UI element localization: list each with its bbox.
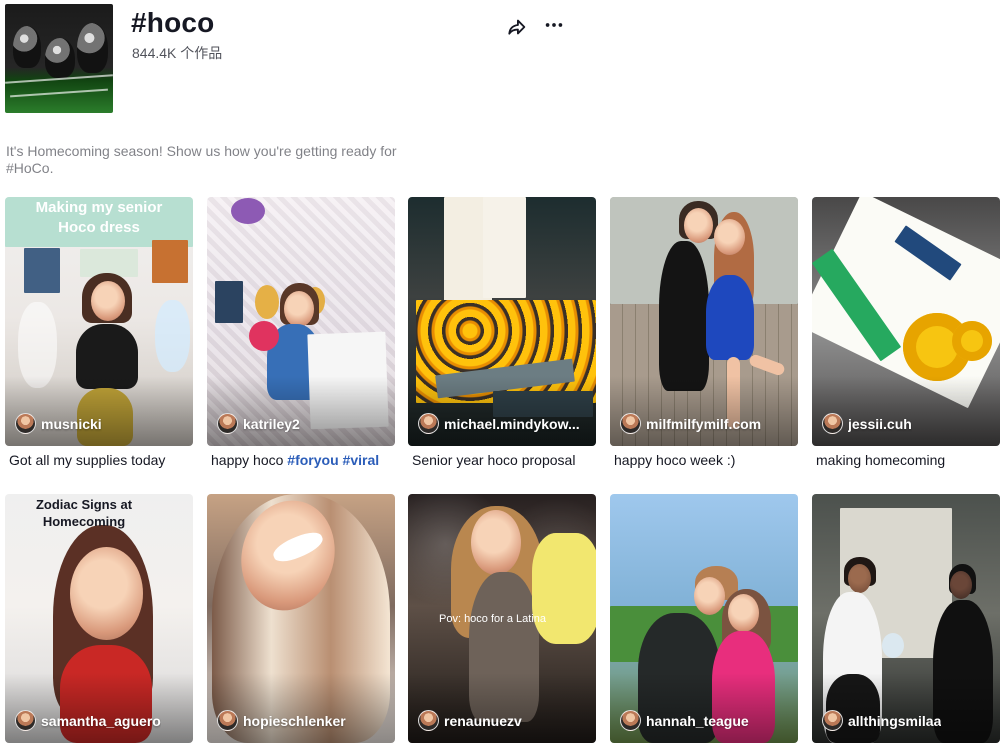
sequin-dress [469, 572, 539, 722]
author-avatar [418, 710, 439, 731]
share-arrow-icon [508, 19, 526, 35]
video-author[interactable]: musnicki [15, 413, 185, 434]
author-avatar [15, 710, 36, 731]
video-overlay-text: Pov: hoco for a Latina [439, 613, 547, 625]
video-author[interactable]: hopieschlenker [217, 710, 387, 731]
person-face [70, 547, 143, 640]
share-icon[interactable] [505, 15, 529, 39]
person-shirt [76, 324, 138, 389]
person-face [848, 564, 871, 593]
football-player-shape [45, 38, 75, 78]
author-name: hannah_teague [646, 712, 749, 729]
balloon [231, 198, 265, 224]
author-name: jessii.cuh [848, 415, 912, 432]
video-thumbnail[interactable]: hannah_teague [610, 494, 798, 743]
caption-text: happy hoco [211, 452, 288, 468]
video-author[interactable]: renaunuezv [418, 710, 588, 731]
video-caption[interactable]: making homecoming [816, 452, 1000, 469]
hashtag-header: #hoco 844.4K 个作品 It's Homecoming season!… [0, 0, 1006, 190]
person-face [694, 577, 725, 615]
hashtag-link-viral[interactable]: #viral [343, 452, 380, 468]
hashtag-description: It's Homecoming season! Show us how you'… [6, 143, 397, 176]
video-caption[interactable]: Got all my supplies today [9, 452, 193, 469]
video-thumbnail[interactable]: allthingsmilaa [812, 494, 1000, 743]
video-caption[interactable]: happy hoco #foryou #viral [211, 452, 395, 469]
video-thumbnail[interactable]: katriley2 [207, 197, 395, 446]
video-thumbnail[interactable]: Zodiac Signs at Homecoming samantha_ague… [5, 494, 193, 743]
video-author[interactable]: jessii.cuh [822, 413, 992, 434]
video-author[interactable]: hannah_teague [620, 710, 790, 731]
person-face [684, 208, 713, 243]
video-thumbnail[interactable]: jessii.cuh [812, 197, 1000, 446]
wall-art [24, 248, 60, 293]
author-avatar [217, 710, 238, 731]
author-name: michael.mindykow... [444, 415, 580, 432]
author-avatar [822, 413, 843, 434]
author-name: hopieschlenker [243, 712, 346, 729]
yellow-dress [532, 533, 596, 644]
video-thumbnail[interactable]: hopieschlenker [207, 494, 395, 743]
photo-frame [215, 281, 243, 323]
sunflower-sign [483, 197, 526, 298]
hashtag-link-foryou[interactable]: #foryou [287, 452, 338, 468]
person-face [471, 510, 521, 575]
author-name: milfmilfymilf.com [646, 415, 762, 432]
author-avatar [217, 413, 238, 434]
person-face [91, 281, 125, 321]
video-author[interactable]: katriley2 [217, 413, 387, 434]
plastic-bag [155, 300, 190, 372]
author-name: allthingsmilaa [848, 712, 942, 729]
video-grid: Making my senior Hoco dress musnicki Got… [5, 197, 1001, 746]
video-overlay-text: Zodiac Signs at Homecoming [35, 497, 133, 529]
video-thumbnail[interactable]: Pov: hoco for a Latina renaunuezv [408, 494, 596, 743]
hashtag-view-count: 844.4K 个作品 [132, 45, 223, 61]
football-player-shape [13, 26, 41, 68]
person-face [728, 594, 759, 632]
author-avatar [620, 710, 641, 731]
video-author[interactable]: samantha_aguero [15, 710, 185, 731]
video-author[interactable]: milfmilfymilf.com [620, 413, 790, 434]
plastic-bag [18, 302, 57, 388]
video-caption[interactable]: happy hoco week :) [614, 452, 798, 469]
video-author[interactable]: michael.mindykow... [418, 413, 588, 434]
gold-balloon [255, 285, 279, 319]
author-avatar [418, 413, 439, 434]
author-name: samantha_aguero [41, 712, 161, 729]
hashtag-cover-image [5, 4, 113, 113]
person-face [714, 219, 745, 255]
author-name: renaunuezv [444, 712, 522, 729]
field-line [10, 88, 108, 98]
person-face [284, 291, 314, 327]
person-outfit [659, 241, 709, 391]
video-thumbnail[interactable]: Making my senior Hoco dress musnicki [5, 197, 193, 446]
wall-art [152, 240, 188, 283]
blue-dress [706, 275, 754, 360]
video-overlay-text: Making my senior Hoco dress [35, 199, 163, 236]
video-thumbnail[interactable]: milfmilfymilf.com [610, 197, 798, 446]
sunflower-drawing [952, 321, 992, 361]
hashtag-page: #hoco 844.4K 个作品 It's Homecoming season!… [0, 0, 1006, 746]
video-author[interactable]: allthingsmilaa [822, 710, 992, 731]
black-pants [826, 674, 880, 743]
boutonniere [882, 633, 904, 658]
author-name: musnicki [41, 415, 102, 432]
person-face [950, 571, 972, 599]
video-caption[interactable]: Senior year hoco proposal [412, 452, 596, 469]
horizontal-ellipsis-icon [545, 23, 563, 27]
video-thumbnail[interactable]: michael.mindykow... [408, 197, 596, 446]
author-avatar [620, 413, 641, 434]
author-avatar [15, 413, 36, 434]
author-name: katriley2 [243, 415, 300, 432]
more-icon[interactable] [542, 13, 566, 37]
flower-bouquet [249, 321, 279, 351]
author-avatar [822, 710, 843, 731]
football-player-shape [77, 23, 108, 73]
hashtag-title: #hoco [131, 7, 215, 38]
